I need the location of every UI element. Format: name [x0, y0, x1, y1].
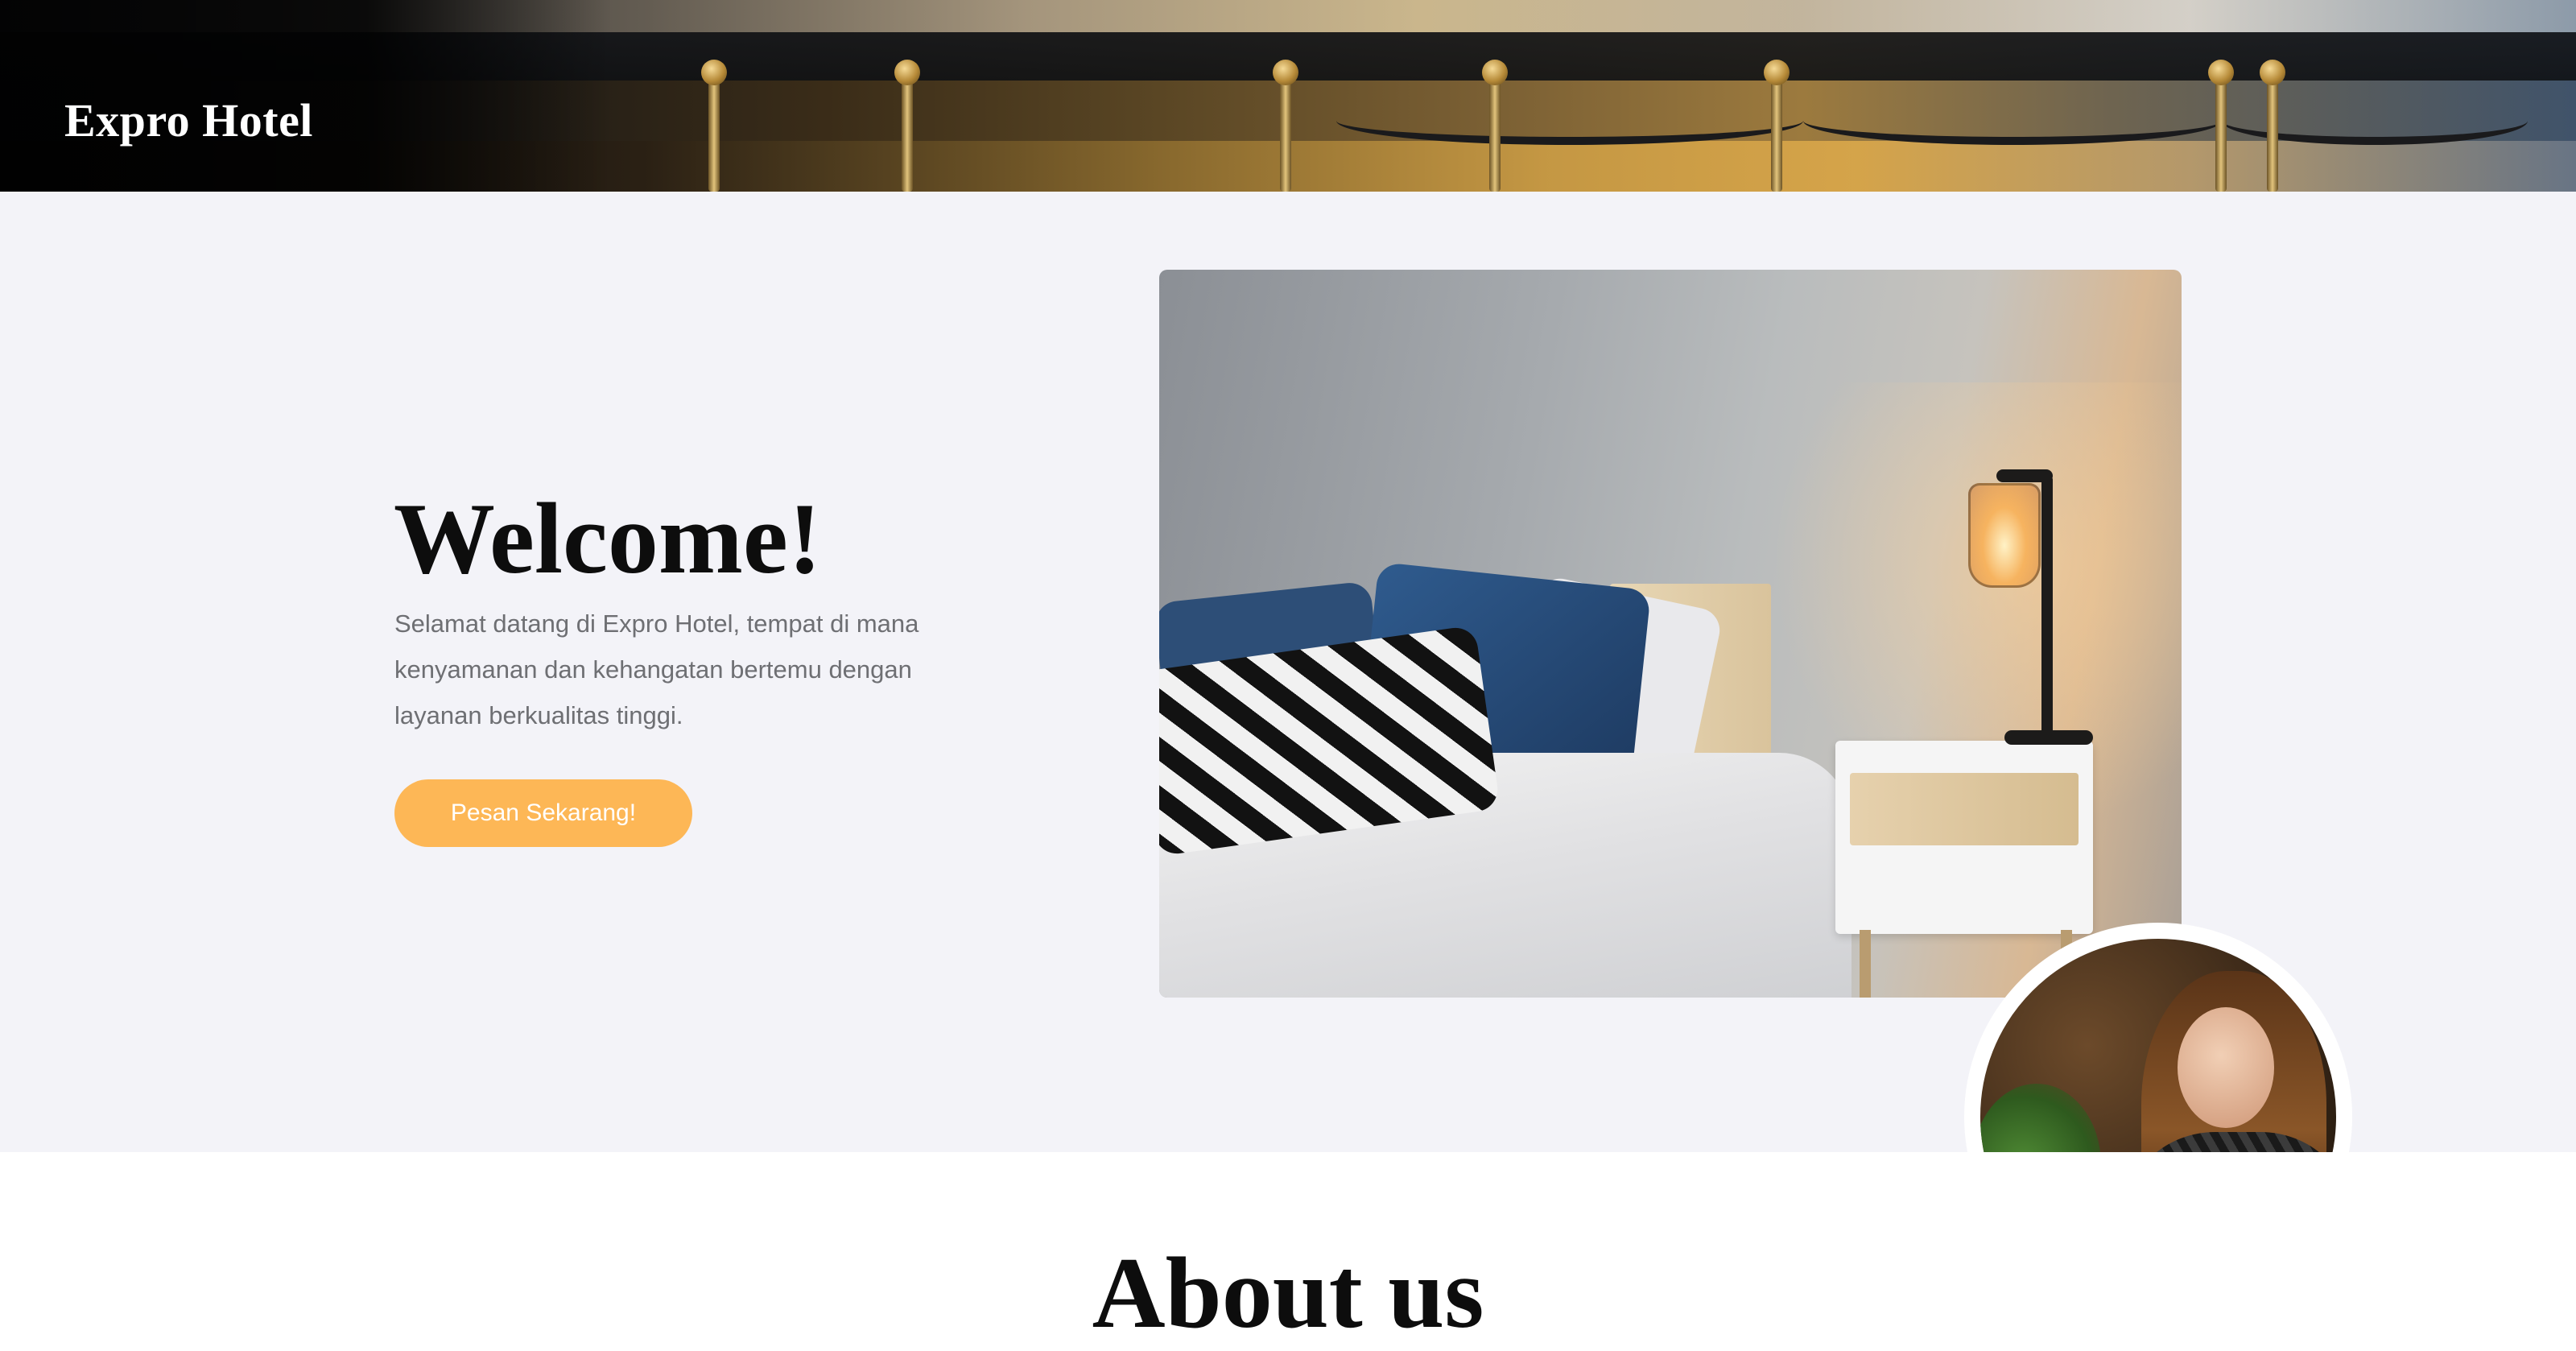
lamp-pole — [2041, 475, 2053, 741]
book-now-button[interactable]: Pesan Sekarang! — [394, 779, 692, 847]
header-stanchion — [2260, 60, 2285, 192]
lamp-base — [2004, 730, 2093, 745]
header-stanchion — [1482, 60, 1508, 192]
guest-face — [2178, 1007, 2274, 1128]
nightstand-leg — [1860, 930, 1871, 998]
about-section: About us — [0, 1152, 2576, 1351]
header-stanchion — [701, 60, 727, 192]
header-rope — [1336, 97, 1803, 145]
header-stanchion — [894, 60, 920, 192]
hero-title: Welcome! — [394, 483, 822, 595]
hero-section: Welcome! Selamat datang di Expro Hotel, … — [0, 192, 2576, 1311]
header-stanchion — [1764, 60, 1790, 192]
nightstand — [1835, 741, 2093, 934]
site-header: Expro Hotel — [0, 0, 2576, 192]
hero-description: Selamat datang di Expro Hotel, tempat di… — [394, 609, 919, 729]
header-rope — [1803, 97, 2222, 145]
header-stanchion — [2208, 60, 2234, 192]
about-title: About us — [1092, 1237, 1484, 1349]
lamp-icon — [1968, 483, 2041, 588]
header-stanchion — [1273, 60, 1298, 192]
bedroom-image — [1159, 270, 2182, 998]
lamp-arm — [1996, 469, 2053, 482]
brand-logo[interactable]: Expro Hotel — [64, 90, 313, 151]
nightstand-drawer — [1850, 773, 2079, 845]
